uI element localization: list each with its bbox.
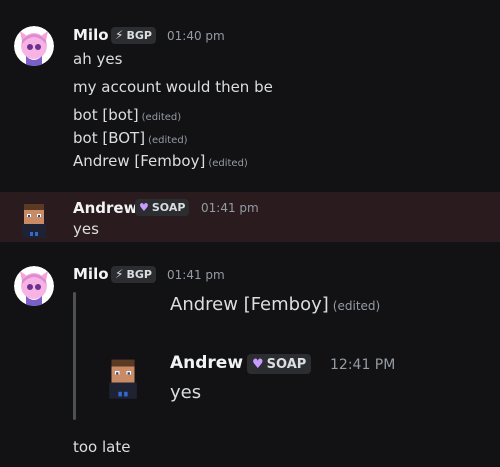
message-line: my account would then be (73, 78, 273, 96)
avatar[interactable] (14, 26, 54, 66)
quoted-message-line: yes (170, 382, 202, 403)
timestamp[interactable]: 01:41 pm (201, 201, 259, 215)
message-line: yes (73, 220, 99, 238)
tag-label: BGP (126, 29, 152, 42)
lightning-icon: ⚡ (115, 28, 124, 42)
timestamp[interactable]: 01:41 pm (167, 268, 225, 282)
message-line: bot [BOT] (edited) (73, 129, 188, 147)
server-tag[interactable]: ♥ SOAP (135, 199, 190, 216)
quoted-line: Andrew [Femboy] (edited) (170, 294, 381, 315)
tag-label: SOAP (151, 201, 186, 214)
server-tag[interactable]: ⚡ BGP (111, 266, 156, 283)
timestamp[interactable]: 01:40 pm (167, 29, 225, 43)
quoted-avatar (100, 355, 146, 401)
edited-label: (edited) (148, 135, 188, 146)
message-line: too late (73, 438, 131, 456)
author-name[interactable]: Milo (73, 265, 109, 283)
heart-icon: ♥ (252, 356, 264, 372)
tag-label: BGP (126, 268, 152, 281)
author-name[interactable]: Milo (73, 26, 109, 44)
message-group-milo-1: Milo ⚡ BGP 01:40 pm ah yes my account wo… (0, 0, 500, 190)
avatar[interactable] (14, 200, 54, 240)
quoted-author-name: Andrew (170, 353, 244, 373)
message-group-milo-2: Milo ⚡ BGP 01:41 pm Andrew [Femboy] (edit… (0, 250, 500, 467)
edited-label: (edited) (332, 299, 381, 313)
server-tag[interactable]: ⚡ BGP (111, 27, 156, 44)
edited-label: (edited) (141, 112, 182, 123)
quoted-server-tag: ♥ SOAP (247, 354, 312, 374)
quote-bar (73, 292, 76, 420)
message-line: Andrew [Femboy] (edited) (73, 152, 248, 170)
heart-icon: ♥ (139, 201, 149, 214)
message-group-andrew: Andrew ♥ SOAP 01:41 pm yes (0, 192, 500, 242)
tag-label: SOAP (266, 356, 307, 372)
author-name[interactable]: Andrew (73, 199, 137, 217)
avatar[interactable] (14, 266, 54, 306)
lightning-icon: ⚡ (115, 267, 124, 281)
edited-label: (edited) (208, 158, 248, 169)
quoted-timestamp: 12:41 PM (330, 357, 396, 373)
message-line: bot [bot] (edited) (73, 106, 182, 124)
message-line: ah yes (73, 50, 123, 68)
